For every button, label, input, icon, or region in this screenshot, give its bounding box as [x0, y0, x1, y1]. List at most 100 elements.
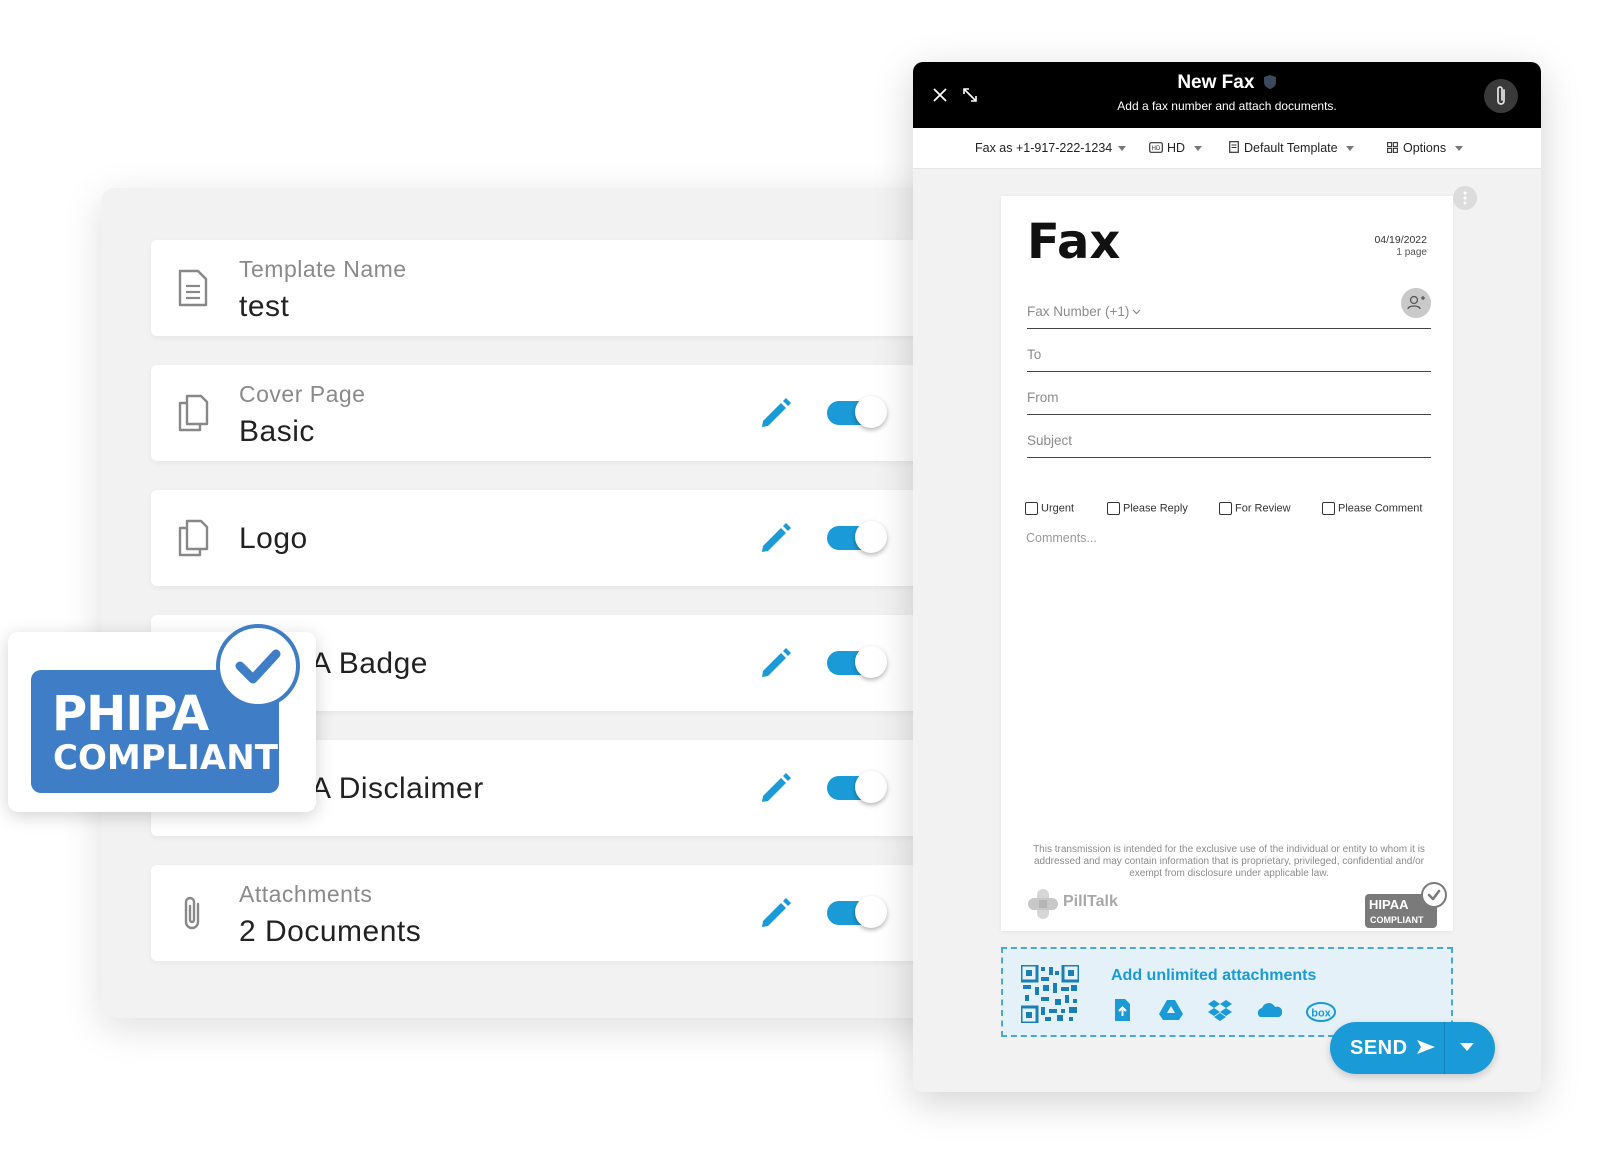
phipa-badge-line2: COMPLIANT [53, 738, 278, 778]
template-doc-icon [1229, 141, 1239, 153]
fax-window-subtitle: Add a fax number and attach documents. [1117, 99, 1337, 113]
hd-icon: HD [1149, 142, 1163, 153]
fax-date: 04/19/2022 [1374, 234, 1427, 246]
disclaimer-value: A Disclaimer [311, 772, 484, 805]
edit-pencil-icon[interactable] [759, 396, 793, 430]
cover-page-row: Cover Page Basic [151, 365, 941, 461]
fax-toolbar: Fax as +1-917-222-1234 HD HD Default Tem… [913, 128, 1541, 169]
more-vertical-icon [1463, 191, 1467, 205]
send-arrow-icon [1416, 1040, 1435, 1054]
page-more-options-button[interactable] [1453, 186, 1477, 210]
send-divider [1444, 1022, 1445, 1074]
paperclip-icon [1497, 86, 1505, 105]
chevron-down-icon [1132, 309, 1141, 315]
hipaa-compliant-badge: HIPAA COMPLIANT [1365, 882, 1447, 928]
fax-heading: Fax [1027, 214, 1121, 270]
from-placeholder: From [1027, 390, 1059, 405]
svg-text:box: box [1311, 1008, 1331, 1020]
toggle-knob [855, 646, 887, 678]
box-icon[interactable]: box [1305, 997, 1337, 1023]
subject-field[interactable]: Subject [1027, 423, 1431, 458]
edit-pencil-icon[interactable] [759, 771, 793, 805]
please-reply-label: Please Reply [1123, 502, 1188, 515]
cover-page-value: Basic [239, 415, 315, 448]
please-comment-label: Please Comment [1338, 502, 1423, 515]
send-button[interactable]: SEND [1330, 1022, 1495, 1074]
copy-pages-icon [178, 519, 209, 557]
options-label: Options [1403, 141, 1447, 155]
toggle-knob [855, 521, 887, 553]
disclaimer-toggle[interactable] [827, 771, 887, 803]
quality-dropdown[interactable]: HD HD [1149, 141, 1203, 155]
attachments-title: Add unlimited attachments [1111, 967, 1317, 984]
cover-page-toggle[interactable] [827, 396, 887, 428]
phipa-badge-line1: PHIPA [52, 686, 209, 742]
hipaa-line2: COMPLIANT [1370, 915, 1424, 925]
comments-textarea[interactable]: Comments... [1026, 531, 1097, 545]
fax-number-field[interactable]: Fax Number (+1) [1027, 288, 1431, 329]
attachments-row: Attachments 2 Documents [151, 865, 941, 961]
for-review-label: For Review [1235, 502, 1291, 515]
from-field[interactable]: From [1027, 380, 1431, 415]
paperclip-icon [184, 896, 200, 930]
google-drive-icon[interactable] [1158, 997, 1184, 1023]
checkbox-box [1025, 502, 1038, 515]
quality-label: HD [1167, 141, 1186, 155]
toggle-knob [855, 396, 887, 428]
fax-window-title-text: New Fax [1177, 72, 1255, 93]
upload-icon[interactable] [1109, 997, 1135, 1023]
options-dropdown[interactable]: Options [1387, 141, 1464, 155]
cover-page-label: Cover Page [239, 381, 366, 407]
dropbox-icon[interactable] [1207, 997, 1233, 1023]
logo-row: Logo [151, 490, 941, 586]
to-placeholder: To [1027, 347, 1042, 362]
caret-down-icon [1345, 146, 1354, 152]
send-options-caret-icon[interactable] [1460, 1043, 1474, 1051]
svg-text:HD: HD [1152, 146, 1161, 152]
confidentiality-disclaimer: This transmission is intended for the ex… [1033, 844, 1425, 879]
attach-button[interactable] [1484, 79, 1518, 113]
caret-down-icon [1118, 146, 1127, 152]
attachments-label: Attachments [239, 881, 373, 907]
new-fax-window: New Fax Add a fax number and attach docu… [913, 62, 1541, 1092]
copy-pages-icon [178, 394, 209, 432]
fax-number-text: Fax Number (+1) [1027, 304, 1130, 319]
please-comment-checkbox[interactable]: Please Comment [1322, 502, 1422, 515]
grid-icon [1387, 142, 1398, 153]
badge-value: A Badge [311, 647, 428, 680]
template-name-row[interactable]: Template Name test [151, 240, 941, 336]
toggle-knob [855, 771, 887, 803]
to-field[interactable]: To [1027, 337, 1431, 372]
document-icon [178, 269, 208, 307]
send-label: SEND [1350, 1037, 1436, 1060]
checkbox-box [1107, 502, 1120, 515]
checkbox-box [1219, 502, 1232, 515]
for-review-checkbox[interactable]: For Review [1219, 502, 1291, 515]
caret-down-icon [1455, 146, 1464, 152]
send-text: SEND [1350, 1037, 1408, 1059]
badge-toggle[interactable] [827, 646, 887, 678]
fax-header: New Fax Add a fax number and attach docu… [913, 62, 1541, 128]
add-contact-button[interactable] [1401, 288, 1431, 318]
template-name-value: test [239, 290, 290, 323]
fax-as-dropdown[interactable]: Fax as +1-917-222-1234 [975, 141, 1127, 155]
logo-toggle[interactable] [827, 521, 887, 553]
fax-window-title: New Fax [913, 72, 1541, 94]
edit-pencil-icon[interactable] [759, 646, 793, 680]
qr-code-icon [1021, 965, 1079, 1023]
onedrive-icon[interactable] [1256, 997, 1282, 1023]
add-contact-icon [1407, 295, 1425, 310]
edit-pencil-icon[interactable] [759, 521, 793, 555]
fax-page-count: 1 page [1396, 247, 1427, 258]
phipa-compliant-badge: PHIPA COMPLIANT [8, 624, 316, 812]
fax-cover-page: Fax 04/19/2022 1 page Fax Number (+1) To… [1001, 196, 1453, 931]
attachments-toggle[interactable] [827, 896, 887, 928]
edit-pencil-icon[interactable] [759, 896, 793, 930]
template-dropdown[interactable]: Default Template [1229, 141, 1354, 155]
please-reply-checkbox[interactable]: Please Reply [1107, 502, 1188, 515]
checkbox-box [1322, 502, 1335, 515]
subject-placeholder: Subject [1027, 433, 1073, 448]
logo-value: Logo [239, 522, 308, 555]
urgent-checkbox[interactable]: Urgent [1025, 502, 1074, 515]
caret-down-icon [1194, 146, 1203, 152]
